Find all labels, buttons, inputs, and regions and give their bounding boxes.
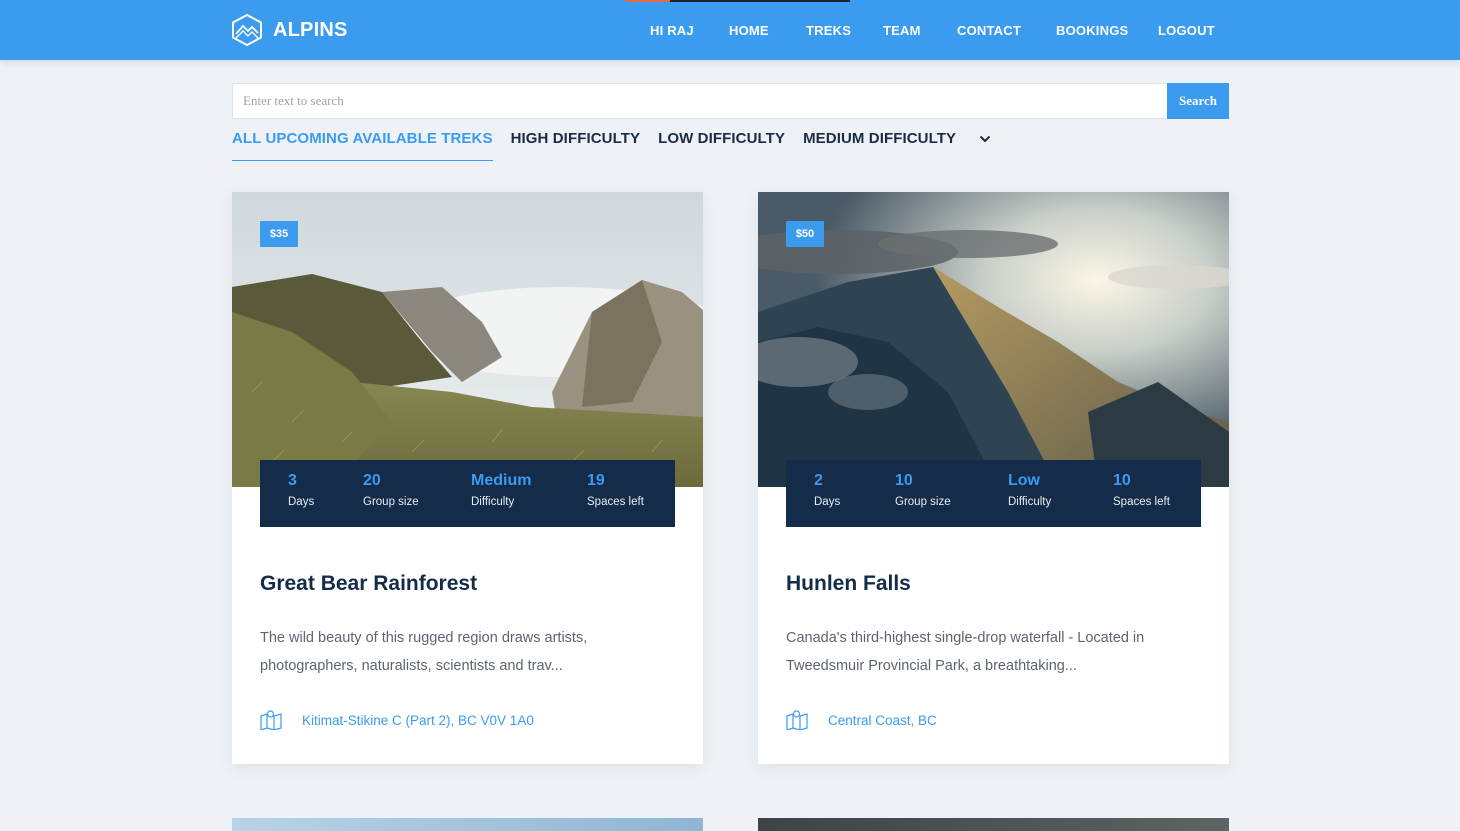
brand-name: ALPINS bbox=[273, 18, 348, 41]
stat-difficulty: Medium Difficulty bbox=[471, 472, 531, 508]
map-icon bbox=[786, 710, 808, 730]
stat-days: 2 Days bbox=[814, 472, 840, 508]
location-text: Kitimat-Stikine C (Part 2), BC V0V 1A0 bbox=[302, 712, 534, 728]
trek-description: The wild beauty of this rugged region dr… bbox=[260, 630, 588, 674]
stat-value: Low bbox=[1008, 472, 1040, 489]
nav-bookings[interactable]: BOOKINGS bbox=[1056, 23, 1158, 38]
trek-location: Central Coast, BC bbox=[786, 710, 937, 730]
mountain-hexagon-icon bbox=[232, 13, 262, 47]
tab-all-upcoming[interactable]: ALL UPCOMING AVAILABLE TREKS bbox=[232, 130, 493, 161]
stat-value: 3 bbox=[288, 472, 297, 489]
main-nav: HI RAJ HOME TREKS TEAM CONTACT BOOKINGS … bbox=[650, 0, 1228, 60]
trek-location: Kitimat-Stikine C (Part 2), BC V0V 1A0 bbox=[260, 710, 534, 730]
trek-image[interactable] bbox=[232, 192, 703, 487]
stat-value: 19 bbox=[587, 472, 605, 489]
top-navbar: ALPINS HI RAJ HOME TREKS TEAM CONTACT BO… bbox=[0, 0, 1460, 60]
trek-title[interactable]: Hunlen Falls bbox=[786, 572, 911, 596]
stat-label: Difficulty bbox=[1008, 496, 1052, 508]
stat-label: Days bbox=[288, 496, 315, 508]
trek-stats-panel: 2 Days 10 Group size Low Difficulty 10 S… bbox=[786, 460, 1201, 527]
nav-contact[interactable]: CONTACT bbox=[957, 23, 1056, 38]
brand-logo[interactable]: ALPINS bbox=[231, 13, 348, 47]
difficulty-filter-tabs: ALL UPCOMING AVAILABLE TREKS HIGH DIFFIC… bbox=[232, 130, 992, 166]
stat-value: 10 bbox=[895, 472, 913, 489]
trek-card-image-partial[interactable] bbox=[232, 818, 703, 831]
search-button[interactable]: Search bbox=[1167, 83, 1229, 119]
stat-days: 3 Days bbox=[288, 472, 314, 508]
tab-medium-difficulty[interactable]: MEDIUM DIFFICULTY bbox=[803, 130, 956, 160]
map-icon bbox=[260, 710, 282, 730]
trek-card[interactable]: $35 3 Days 20 Group size Medium Difficul… bbox=[232, 192, 703, 764]
stat-value: 10 bbox=[1113, 472, 1131, 489]
price-badge: $50 bbox=[786, 221, 824, 247]
location-text: Central Coast, BC bbox=[828, 712, 937, 728]
stat-difficulty: Low Difficulty bbox=[1008, 472, 1051, 508]
stat-value: 2 bbox=[814, 472, 823, 489]
nav-home[interactable]: HOME bbox=[729, 23, 806, 38]
nav-greeting[interactable]: HI RAJ bbox=[650, 23, 729, 38]
trek-stats-panel: 3 Days 20 Group size Medium Difficulty 1… bbox=[260, 460, 675, 527]
stat-value: Medium bbox=[471, 472, 532, 489]
stat-value: 20 bbox=[363, 472, 381, 489]
stat-group-size: 20 Group size bbox=[363, 472, 419, 508]
stat-label: Spaces left bbox=[587, 496, 644, 508]
trek-card-image-partial[interactable] bbox=[758, 818, 1229, 831]
trek-image[interactable] bbox=[758, 192, 1229, 487]
stat-label: Difficulty bbox=[471, 496, 515, 508]
tab-high-difficulty[interactable]: HIGH DIFFICULTY bbox=[511, 130, 641, 160]
chevron-down-icon[interactable] bbox=[978, 132, 992, 146]
stat-group-size: 10 Group size bbox=[895, 472, 951, 508]
tab-low-difficulty[interactable]: LOW DIFFICULTY bbox=[658, 130, 785, 160]
stat-label: Days bbox=[814, 496, 841, 508]
trek-title[interactable]: Great Bear Rainforest bbox=[260, 572, 477, 596]
trek-description: Canada's third-highest single-drop water… bbox=[786, 630, 1145, 674]
stat-spaces-left: 19 Spaces left bbox=[587, 472, 644, 508]
trek-card[interactable]: $50 2 Days 10 Group size Low Difficulty … bbox=[758, 192, 1229, 764]
nav-logout[interactable]: LOGOUT bbox=[1158, 23, 1228, 38]
search-bar: Search bbox=[232, 83, 1229, 119]
nav-team[interactable]: TEAM bbox=[883, 23, 957, 38]
stat-label: Group size bbox=[363, 496, 419, 508]
stat-label: Group size bbox=[895, 496, 951, 508]
search-input[interactable] bbox=[232, 83, 1167, 119]
stat-spaces-left: 10 Spaces left bbox=[1113, 472, 1170, 508]
stat-label: Spaces left bbox=[1113, 496, 1170, 508]
price-badge: $35 bbox=[260, 221, 298, 247]
nav-treks[interactable]: TREKS bbox=[806, 23, 883, 38]
